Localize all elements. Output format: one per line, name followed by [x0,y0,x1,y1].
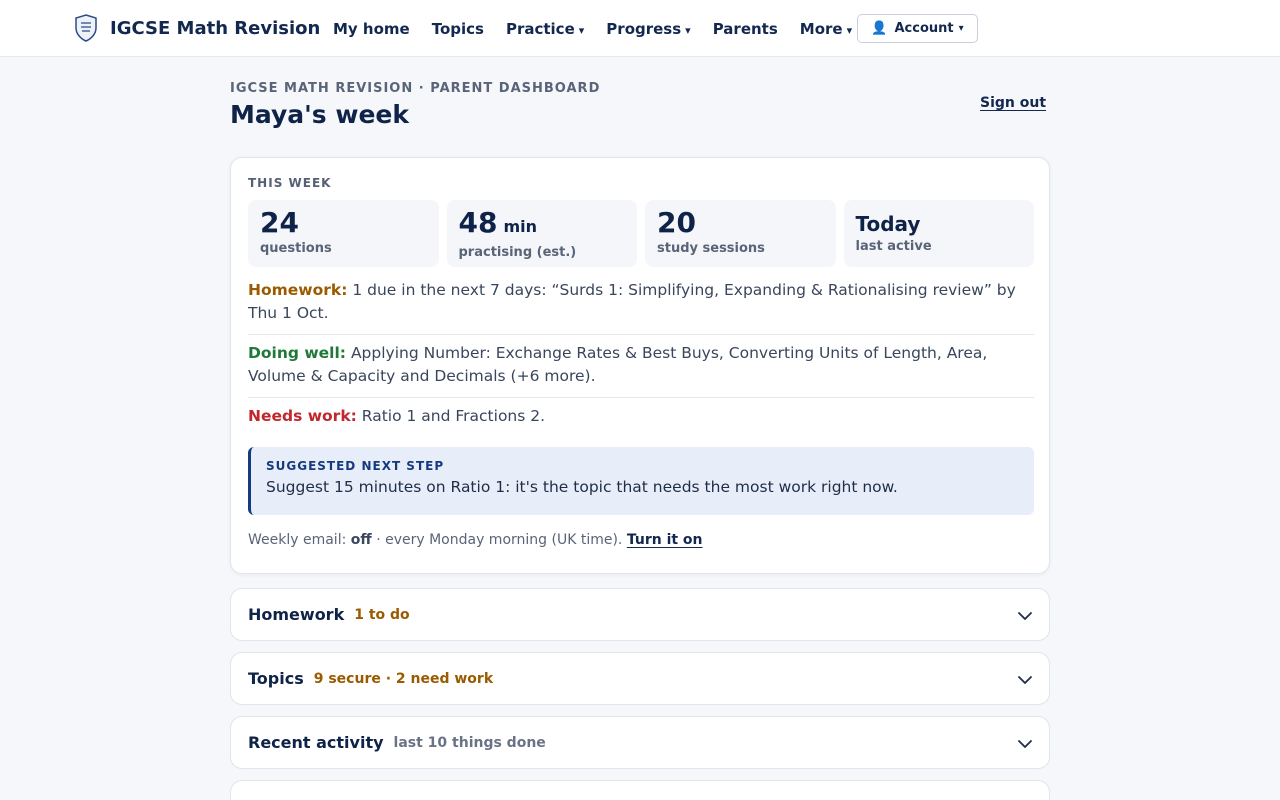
caret-down-icon: ▾ [958,23,964,34]
chevron-down-icon [1018,612,1032,620]
top-navigation-bar: IGCSE Math Revision My home Topics Pract… [0,0,1280,57]
needs-work-key: Needs work: [248,407,357,425]
nav-my-home[interactable]: My home [333,20,410,38]
doing-well-text: Applying Number: Exchange Rates & Best B… [248,344,988,385]
recent-activity-section-toggle[interactable]: Recent activity last 10 things done [230,716,1050,769]
nav-practice[interactable]: Practice ▾ [506,20,584,38]
sign-out-link[interactable]: Sign out [980,95,1046,111]
email-suffix: · every Monday morning (UK time). [376,532,623,548]
page-title: Maya's week [230,100,410,129]
section-meta: last 10 things done [393,734,546,751]
nav-more[interactable]: More ▾ [800,20,852,38]
chevron-down-icon [1018,740,1032,748]
stat-value: 20 [657,206,696,239]
brand-link[interactable]: IGCSE Math Revision [74,14,320,42]
section-meta: 1 to do [354,606,410,623]
divider [248,334,1034,335]
stats-row: 24 questions 48 min practising (est.) 20 … [248,200,1034,267]
caret-down-icon: ▾ [846,23,853,37]
turn-on-email-link[interactable]: Turn it on [627,532,703,548]
stat-study-sessions: 20 study sessions [645,200,836,267]
section-title: Topics [248,669,304,688]
email-status: off [350,532,372,548]
caret-down-icon: ▾ [578,23,585,37]
chevron-down-icon [1018,676,1032,684]
stat-questions: 24 questions [248,200,439,267]
email-prefix: Weekly email: [248,532,347,548]
caret-down-icon: ▾ [685,23,691,37]
homework-text: 1 due in the next 7 days: “Surds 1: Simp… [248,281,1016,322]
nav-parents[interactable]: Parents [713,20,778,38]
homework-key: Homework: [248,281,348,299]
nav-my-home-label: My home [333,19,410,38]
nav-topics[interactable]: Topics [432,20,484,38]
shield-logo-icon [75,14,97,42]
divider [248,397,1034,398]
homework-summary: Homework: 1 due in the next 7 days: “Sur… [248,279,1034,325]
stat-last-active: Today last active [843,200,1034,267]
next-section-card [230,780,1050,800]
stat-value: 48 min [459,207,626,243]
next-step-text: Suggest 15 minutes on Ratio 1: it's the … [266,478,898,496]
section-title: Recent activity [248,733,384,752]
needs-work-summary: Needs work: Ratio 1 and Fractions 2. [248,405,1034,428]
nav-topics-label: Topics [431,19,484,38]
person-icon: 👤 [871,21,888,36]
stat-value: 24 [260,206,299,239]
weekly-email-status: Weekly email: off · every Monday morning… [248,532,703,548]
main-nav: My home Topics Practice ▾ Progress ▾ Paren… [333,0,874,57]
topics-section-toggle[interactable]: Topics 9 secure · 2 need work [230,652,1050,705]
nav-parents-label: Parents [712,19,778,38]
stat-label: last active [855,239,932,254]
nav-progress[interactable]: Progress ▾ [606,20,690,38]
doing-well-summary: Doing well: Applying Number: Exchange Ra… [248,342,1034,388]
nav-more-label: More [799,19,843,38]
stat-unit: min [503,217,538,236]
doing-well-key: Doing well: [248,344,347,362]
stat-label: questions [260,241,332,256]
next-step-label: SUGGESTED NEXT STEP [266,459,445,473]
brand-name: IGCSE Math Revision [110,17,321,39]
account-menu-button[interactable]: 👤 Account ▾ [857,14,978,43]
weekly-summary-card: THIS WEEK 24 questions 48 min practising … [230,157,1050,574]
homework-section-toggle[interactable]: Homework 1 to do [230,588,1050,641]
nav-progress-label: Progress [606,19,682,38]
page-eyebrow: IGCSE MATH REVISION · PARENT DASHBOARD [230,81,601,96]
section-meta: 9 secure · 2 need work [313,670,494,687]
stat-number: 48 [458,206,498,239]
stat-value: Today [855,212,921,236]
nav-practice-label: Practice [505,19,575,38]
suggested-next-step: SUGGESTED NEXT STEP Suggest 15 minutes o… [248,447,1034,515]
section-title: Homework [248,605,345,624]
stat-label: practising (est.) [458,245,577,260]
stat-practice-time: 48 min practising (est.) [446,200,637,267]
account-label: Account [894,21,954,36]
this-week-label: THIS WEEK [248,176,332,190]
needs-work-text: Ratio 1 and Fractions 2. [361,407,546,425]
stat-label: study sessions [657,241,765,256]
